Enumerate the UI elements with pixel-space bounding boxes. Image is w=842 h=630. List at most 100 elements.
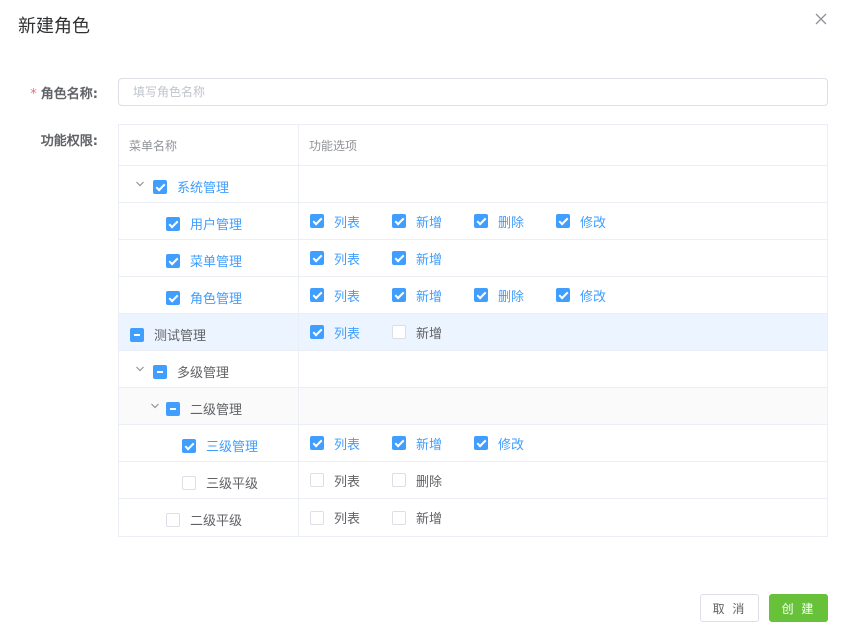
ops-cell: 列表 新增 [299, 314, 827, 350]
menu-item: 二级管理 [166, 399, 242, 418]
menu-checkbox[interactable] [166, 512, 180, 527]
table-row: 用户管理 列表 新增 删除 修改 [119, 203, 827, 240]
table-row: 二级管理 [119, 388, 827, 425]
option-item[interactable]: 修改 [556, 212, 638, 231]
option-label: 删除 [416, 474, 443, 490]
option-checkbox[interactable] [556, 288, 570, 302]
table-row: 系统管理 [119, 166, 827, 203]
option-item[interactable]: 新增 [392, 212, 474, 231]
option-item[interactable]: 新增 [392, 249, 474, 268]
required-mark: * [30, 87, 37, 102]
option-checkbox[interactable] [392, 251, 406, 265]
option-label: 新增 [416, 215, 443, 231]
create-button[interactable]: 创 建 [769, 594, 828, 622]
menu-checkbox[interactable] [166, 401, 180, 416]
role-name-input[interactable] [118, 78, 828, 106]
menu-item-label: 三级管理 [206, 440, 259, 455]
menu-checkbox[interactable] [166, 290, 180, 305]
option-item[interactable]: 删除 [474, 212, 556, 231]
table-row: 菜单管理 列表 新增 [119, 240, 827, 277]
option-item[interactable]: 修改 [556, 286, 638, 305]
menu-item: 三级平级 [182, 473, 258, 492]
option-label: 列表 [334, 215, 361, 231]
menu-cell: 菜单管理 [119, 240, 299, 276]
menu-cell: 三级管理 [119, 425, 299, 461]
option-item[interactable]: 新增 [392, 434, 474, 453]
table-header: 菜单名称 功能选项 [119, 125, 827, 166]
menu-cell: 角色管理 [119, 277, 299, 313]
chevron-down-icon[interactable] [135, 364, 145, 374]
table-row: 测试管理 列表 新增 [119, 314, 827, 351]
option-checkbox[interactable] [310, 214, 324, 228]
chevron-down-icon[interactable] [135, 179, 145, 189]
option-checkbox[interactable] [310, 288, 324, 302]
option-item[interactable]: 删除 [392, 471, 474, 490]
menu-cell: 三级平级 [119, 462, 299, 498]
option-checkbox[interactable] [310, 251, 324, 265]
menu-item-label: 用户管理 [190, 218, 243, 233]
option-item[interactable]: 列表 [310, 286, 392, 305]
cancel-button[interactable]: 取 消 [700, 594, 759, 622]
option-checkbox[interactable] [556, 214, 570, 228]
menu-checkbox[interactable] [166, 216, 180, 231]
option-checkbox[interactable] [474, 214, 488, 228]
option-checkbox[interactable] [474, 288, 488, 302]
option-label: 新增 [416, 252, 443, 268]
menu-cell: 二级平级 [119, 499, 299, 536]
option-label: 新增 [416, 326, 443, 342]
role-name-label-text: 角色名称: [40, 87, 98, 102]
menu-item: 用户管理 [166, 214, 242, 233]
menu-item: 角色管理 [166, 288, 242, 307]
option-checkbox[interactable] [310, 473, 324, 487]
menu-checkbox[interactable] [182, 438, 196, 453]
option-checkbox[interactable] [392, 288, 406, 302]
option-checkbox[interactable] [310, 436, 324, 450]
option-item[interactable]: 列表 [310, 508, 392, 527]
option-item[interactable]: 列表 [310, 212, 392, 231]
menu-checkbox[interactable] [130, 327, 144, 342]
option-label: 删除 [498, 289, 525, 305]
option-label: 新增 [416, 437, 443, 453]
option-checkbox[interactable] [392, 325, 406, 339]
chevron-down-icon[interactable] [150, 401, 160, 411]
option-label: 列表 [334, 512, 361, 527]
option-item[interactable]: 列表 [310, 471, 392, 490]
option-item[interactable]: 列表 [310, 249, 392, 268]
menu-checkbox[interactable] [153, 179, 167, 194]
option-item[interactable]: 列表 [310, 323, 392, 342]
ops-cell: 列表 新增 删除 修改 [299, 277, 827, 313]
option-checkbox[interactable] [392, 510, 406, 525]
option-checkbox[interactable] [392, 473, 406, 487]
menu-item-label: 系统管理 [177, 181, 230, 196]
option-checkbox[interactable] [310, 510, 324, 525]
table-row: 角色管理 列表 新增 删除 修改 [119, 277, 827, 314]
option-checkbox[interactable] [474, 436, 488, 450]
table-row: 三级平级 列表 删除 [119, 462, 827, 499]
permissions-table: 菜单名称 功能选项 系统管理 用户管理 列表 新增 删除 修改 菜单管理 列表 新增 角色管理 列表… [118, 124, 828, 537]
option-label: 列表 [334, 474, 361, 490]
menu-cell: 多级管理 [119, 351, 299, 387]
menu-item: 二级平级 [166, 510, 242, 529]
option-item[interactable]: 修改 [474, 434, 556, 453]
menu-cell: 测试管理 [119, 314, 299, 350]
option-label: 列表 [334, 437, 361, 453]
option-label: 列表 [334, 289, 361, 305]
option-checkbox[interactable] [392, 436, 406, 450]
option-checkbox[interactable] [392, 214, 406, 228]
option-item[interactable]: 新增 [392, 508, 474, 527]
option-label: 修改 [498, 437, 525, 453]
option-item[interactable]: 新增 [392, 323, 474, 342]
menu-checkbox[interactable] [182, 475, 196, 490]
ops-cell: 列表 新增 修改 [299, 425, 827, 461]
menu-checkbox[interactable] [166, 253, 180, 268]
close-icon[interactable] [814, 12, 828, 26]
option-checkbox[interactable] [310, 325, 324, 339]
menu-checkbox[interactable] [153, 364, 167, 379]
option-label: 删除 [498, 215, 525, 231]
option-item[interactable]: 删除 [474, 286, 556, 305]
ops-cell: 列表 删除 [299, 462, 827, 498]
option-item[interactable]: 列表 [310, 434, 392, 453]
ops-cell [299, 166, 827, 202]
option-item[interactable]: 新增 [392, 286, 474, 305]
option-label: 新增 [416, 512, 443, 527]
